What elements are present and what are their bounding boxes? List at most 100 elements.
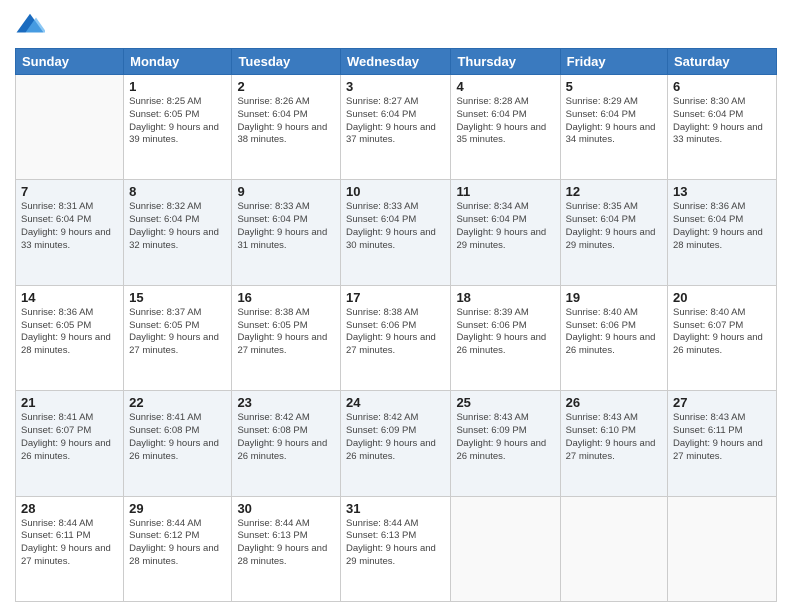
day-detail: Sunrise: 8:36 AMSunset: 6:04 PMDaylight:… <box>673 201 771 252</box>
day-detail: Sunrise: 8:44 AMSunset: 6:13 PMDaylight:… <box>237 518 335 569</box>
day-detail: Sunrise: 8:40 AMSunset: 6:07 PMDaylight:… <box>673 307 771 358</box>
day-detail: Sunrise: 8:31 AMSunset: 6:04 PMDaylight:… <box>21 201 118 252</box>
weekday-header-tuesday: Tuesday <box>232 49 341 75</box>
day-detail: Sunrise: 8:34 AMSunset: 6:04 PMDaylight:… <box>456 201 554 252</box>
calendar-cell: 1 Sunrise: 8:25 AMSunset: 6:05 PMDaylight… <box>124 75 232 180</box>
weekday-header-saturday: Saturday <box>668 49 777 75</box>
day-number: 20 <box>673 290 771 305</box>
day-number: 13 <box>673 184 771 199</box>
calendar-cell: 15 Sunrise: 8:37 AMSunset: 6:05 PMDayligh… <box>124 285 232 390</box>
calendar-cell: 7 Sunrise: 8:31 AMSunset: 6:04 PMDaylight… <box>16 180 124 285</box>
calendar-cell: 5 Sunrise: 8:29 AMSunset: 6:04 PMDaylight… <box>560 75 667 180</box>
calendar-cell: 13 Sunrise: 8:36 AMSunset: 6:04 PMDayligh… <box>668 180 777 285</box>
day-number: 31 <box>346 501 445 516</box>
day-detail: Sunrise: 8:33 AMSunset: 6:04 PMDaylight:… <box>346 201 445 252</box>
day-detail: Sunrise: 8:25 AMSunset: 6:05 PMDaylight:… <box>129 96 226 147</box>
calendar-cell: 29 Sunrise: 8:44 AMSunset: 6:12 PMDayligh… <box>124 496 232 601</box>
logo-icon <box>15 10 45 40</box>
day-number: 29 <box>129 501 226 516</box>
day-detail: Sunrise: 8:42 AMSunset: 6:09 PMDaylight:… <box>346 412 445 463</box>
calendar-cell: 23 Sunrise: 8:42 AMSunset: 6:08 PMDayligh… <box>232 391 341 496</box>
calendar-week-row: 21 Sunrise: 8:41 AMSunset: 6:07 PMDayligh… <box>16 391 777 496</box>
weekday-header-wednesday: Wednesday <box>341 49 451 75</box>
calendar-week-row: 28 Sunrise: 8:44 AMSunset: 6:11 PMDayligh… <box>16 496 777 601</box>
calendar-cell: 30 Sunrise: 8:44 AMSunset: 6:13 PMDayligh… <box>232 496 341 601</box>
day-detail: Sunrise: 8:35 AMSunset: 6:04 PMDaylight:… <box>566 201 662 252</box>
weekday-header-friday: Friday <box>560 49 667 75</box>
calendar-week-row: 1 Sunrise: 8:25 AMSunset: 6:05 PMDaylight… <box>16 75 777 180</box>
day-number: 21 <box>21 395 118 410</box>
day-number: 26 <box>566 395 662 410</box>
day-number: 10 <box>346 184 445 199</box>
calendar-week-row: 14 Sunrise: 8:36 AMSunset: 6:05 PMDayligh… <box>16 285 777 390</box>
day-number: 19 <box>566 290 662 305</box>
day-detail: Sunrise: 8:37 AMSunset: 6:05 PMDaylight:… <box>129 307 226 358</box>
page-container: SundayMondayTuesdayWednesdayThursdayFrid… <box>0 0 792 612</box>
calendar-cell: 12 Sunrise: 8:35 AMSunset: 6:04 PMDayligh… <box>560 180 667 285</box>
calendar-cell: 6 Sunrise: 8:30 AMSunset: 6:04 PMDaylight… <box>668 75 777 180</box>
day-number: 24 <box>346 395 445 410</box>
calendar-cell: 28 Sunrise: 8:44 AMSunset: 6:11 PMDayligh… <box>16 496 124 601</box>
day-detail: Sunrise: 8:38 AMSunset: 6:05 PMDaylight:… <box>237 307 335 358</box>
calendar-cell: 26Sunrise: 8:43 AMSunset: 6:10 PMDayligh… <box>560 391 667 496</box>
day-detail: Sunrise: 8:38 AMSunset: 6:06 PMDaylight:… <box>346 307 445 358</box>
day-number: 3 <box>346 79 445 94</box>
day-number: 11 <box>456 184 554 199</box>
weekday-header-thursday: Thursday <box>451 49 560 75</box>
day-detail: Sunrise: 8:43 AMSunset: 6:11 PMDaylight:… <box>673 412 771 463</box>
calendar-cell: 20 Sunrise: 8:40 AMSunset: 6:07 PMDayligh… <box>668 285 777 390</box>
calendar-cell <box>16 75 124 180</box>
day-number: 30 <box>237 501 335 516</box>
calendar-cell: 8 Sunrise: 8:32 AMSunset: 6:04 PMDaylight… <box>124 180 232 285</box>
calendar-table: SundayMondayTuesdayWednesdayThursdayFrid… <box>15 48 777 602</box>
day-detail: Sunrise: 8:42 AMSunset: 6:08 PMDaylight:… <box>237 412 335 463</box>
day-detail: Sunrise: 8:29 AMSunset: 6:04 PMDaylight:… <box>566 96 662 147</box>
day-detail: Sunrise: 8:41 AMSunset: 6:07 PMDaylight:… <box>21 412 118 463</box>
day-number: 4 <box>456 79 554 94</box>
calendar-cell: 25 Sunrise: 8:43 AMSunset: 6:09 PMDayligh… <box>451 391 560 496</box>
day-number: 12 <box>566 184 662 199</box>
day-number: 6 <box>673 79 771 94</box>
day-detail: Sunrise: 8:39 AMSunset: 6:06 PMDaylight:… <box>456 307 554 358</box>
day-number: 17 <box>346 290 445 305</box>
day-number: 8 <box>129 184 226 199</box>
day-number: 5 <box>566 79 662 94</box>
weekday-header-monday: Monday <box>124 49 232 75</box>
day-number: 14 <box>21 290 118 305</box>
calendar-cell <box>451 496 560 601</box>
day-number: 22 <box>129 395 226 410</box>
day-number: 1 <box>129 79 226 94</box>
day-detail: Sunrise: 8:43 AMSunset: 6:09 PMDaylight:… <box>456 412 554 463</box>
calendar-cell <box>560 496 667 601</box>
calendar-cell: 18 Sunrise: 8:39 AMSunset: 6:06 PMDayligh… <box>451 285 560 390</box>
calendar-cell: 21 Sunrise: 8:41 AMSunset: 6:07 PMDayligh… <box>16 391 124 496</box>
day-detail: Sunrise: 8:30 AMSunset: 6:04 PMDaylight:… <box>673 96 771 147</box>
calendar-cell: 3 Sunrise: 8:27 AMSunset: 6:04 PMDaylight… <box>341 75 451 180</box>
day-number: 15 <box>129 290 226 305</box>
calendar-cell: 27 Sunrise: 8:43 AMSunset: 6:11 PMDayligh… <box>668 391 777 496</box>
day-detail: Sunrise: 8:36 AMSunset: 6:05 PMDaylight:… <box>21 307 118 358</box>
day-detail: Sunrise: 8:28 AMSunset: 6:04 PMDaylight:… <box>456 96 554 147</box>
calendar-cell: 9Sunrise: 8:33 AMSunset: 6:04 PMDaylight… <box>232 180 341 285</box>
calendar-week-row: 7 Sunrise: 8:31 AMSunset: 6:04 PMDaylight… <box>16 180 777 285</box>
header <box>15 10 777 40</box>
day-number: 18 <box>456 290 554 305</box>
calendar-cell: 17 Sunrise: 8:38 AMSunset: 6:06 PMDayligh… <box>341 285 451 390</box>
day-number: 27 <box>673 395 771 410</box>
day-number: 28 <box>21 501 118 516</box>
day-number: 25 <box>456 395 554 410</box>
day-detail: Sunrise: 8:27 AMSunset: 6:04 PMDaylight:… <box>346 96 445 147</box>
day-detail: Sunrise: 8:32 AMSunset: 6:04 PMDaylight:… <box>129 201 226 252</box>
day-detail: Sunrise: 8:44 AMSunset: 6:11 PMDaylight:… <box>21 518 118 569</box>
day-number: 7 <box>21 184 118 199</box>
calendar-cell: 31Sunrise: 8:44 AMSunset: 6:13 PMDayligh… <box>341 496 451 601</box>
calendar-cell: 11 Sunrise: 8:34 AMSunset: 6:04 PMDayligh… <box>451 180 560 285</box>
calendar-cell: 16 Sunrise: 8:38 AMSunset: 6:05 PMDayligh… <box>232 285 341 390</box>
day-detail: Sunrise: 8:33 AMSunset: 6:04 PMDaylight:… <box>237 201 335 252</box>
day-number: 23 <box>237 395 335 410</box>
calendar-cell: 14 Sunrise: 8:36 AMSunset: 6:05 PMDayligh… <box>16 285 124 390</box>
day-detail: Sunrise: 8:26 AMSunset: 6:04 PMDaylight:… <box>237 96 335 147</box>
day-detail: Sunrise: 8:44 AMSunset: 6:12 PMDaylight:… <box>129 518 226 569</box>
day-number: 16 <box>237 290 335 305</box>
calendar-cell <box>668 496 777 601</box>
